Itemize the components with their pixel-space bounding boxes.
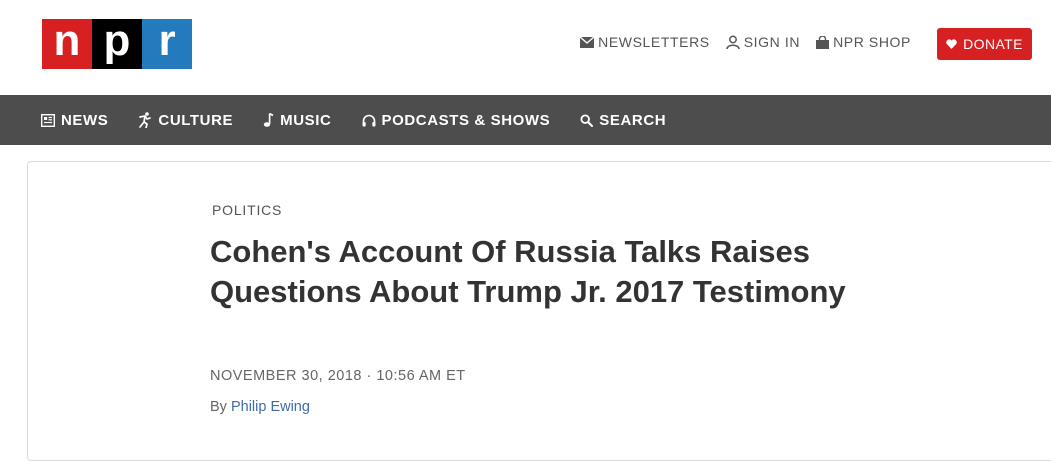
search-icon bbox=[580, 113, 594, 127]
newsletters-link[interactable]: NEWSLETTERS bbox=[580, 34, 710, 50]
user-icon bbox=[725, 35, 740, 49]
utility-links: NEWSLETTERS SIGN IN NPR SHOP bbox=[564, 34, 911, 50]
sign-in-label: SIGN IN bbox=[743, 34, 801, 50]
article-card: POLITICS Cohen's Account Of Russia Talks… bbox=[27, 161, 1051, 461]
npr-logo[interactable]: n p r bbox=[42, 19, 192, 69]
main-nav: NEWS CULTURE MUSIC PODCASTS & SHOWS SEAR… bbox=[0, 95, 1051, 145]
sign-in-link[interactable]: SIGN IN bbox=[725, 34, 801, 50]
logo-letter-p: p bbox=[92, 19, 142, 69]
byline: By Philip Ewing bbox=[210, 399, 310, 415]
nav-music-label: MUSIC bbox=[280, 111, 332, 129]
section-slug[interactable]: POLITICS bbox=[212, 202, 282, 218]
npr-shop-link[interactable]: NPR SHOP bbox=[816, 34, 911, 50]
author-link[interactable]: Philip Ewing bbox=[231, 399, 310, 415]
article-headline: Cohen's Account Of Russia Talks Raises Q… bbox=[210, 234, 846, 309]
nav-culture-label: CULTURE bbox=[158, 111, 234, 129]
news-icon bbox=[41, 113, 55, 127]
nav-culture[interactable]: CULTURE bbox=[138, 112, 233, 129]
music-note-icon bbox=[263, 113, 274, 127]
headphones-icon bbox=[362, 114, 375, 126]
byline-prefix: By bbox=[210, 399, 227, 415]
site-header: n p r NEWSLETTERS SIGN IN NPR SHOP DONAT… bbox=[0, 0, 1051, 95]
nav-music[interactable]: MUSIC bbox=[263, 112, 331, 129]
nav-search-label: SEARCH bbox=[599, 111, 667, 129]
nav-podcasts-label: PODCASTS & SHOWS bbox=[381, 111, 551, 129]
nav-podcasts[interactable]: PODCASTS & SHOWS bbox=[362, 112, 551, 129]
nav-search[interactable]: SEARCH bbox=[580, 112, 666, 129]
npr-shop-label: NPR SHOP bbox=[833, 34, 911, 50]
logo-letter-r: r bbox=[142, 19, 192, 69]
newsletters-label: NEWSLETTERS bbox=[598, 34, 710, 50]
logo-letter-n: n bbox=[42, 19, 92, 69]
nav-news[interactable]: NEWS bbox=[41, 112, 108, 129]
donate-button[interactable]: DONATE bbox=[937, 28, 1032, 60]
culture-icon bbox=[139, 112, 152, 128]
heart-icon bbox=[946, 39, 957, 49]
donate-label: DONATE bbox=[963, 36, 1023, 52]
shopping-bag-icon bbox=[816, 35, 830, 49]
envelope-icon bbox=[580, 36, 595, 48]
article-date: NOVEMBER 30, 2018 · 10:56 AM ET bbox=[210, 368, 466, 384]
nav-news-label: NEWS bbox=[61, 111, 109, 129]
